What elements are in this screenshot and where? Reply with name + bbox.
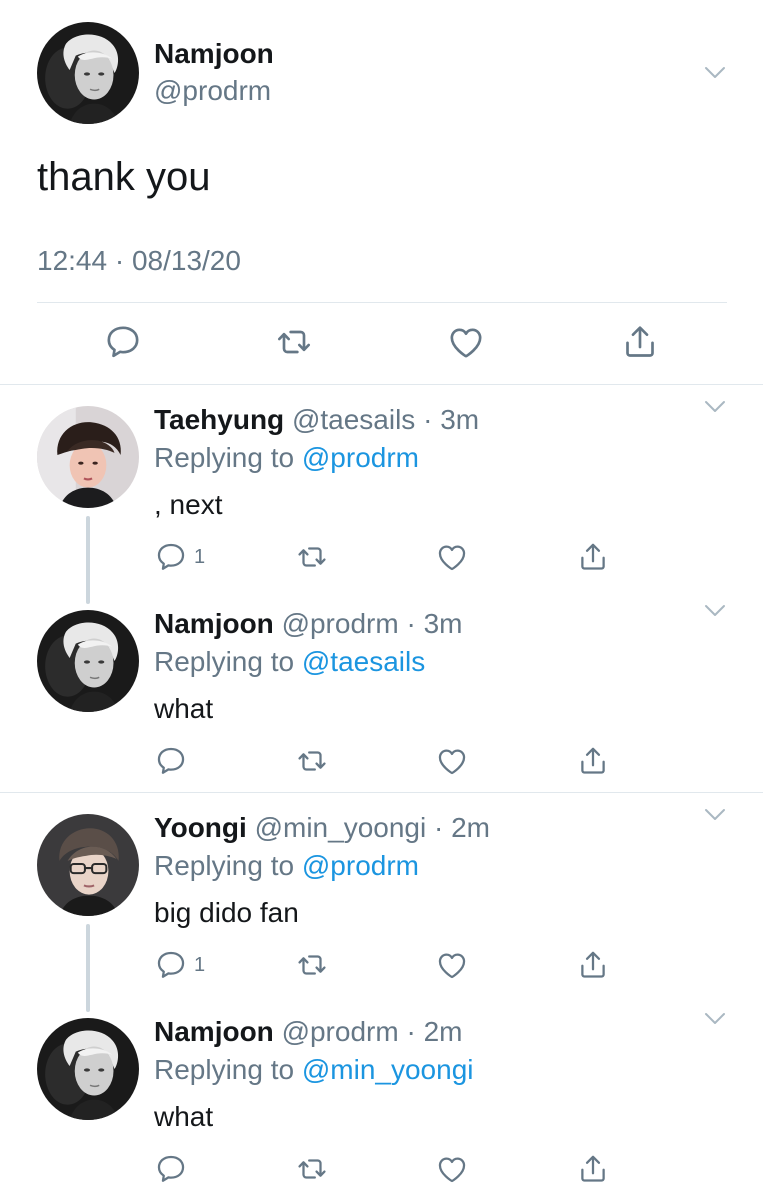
reply-header: Taehyung @taesails · 3m <box>154 404 479 436</box>
author-handle[interactable]: @prodrm <box>282 608 399 639</box>
reply-icon[interactable] <box>154 743 194 779</box>
author-handle[interactable]: @min_yoongi <box>255 812 427 843</box>
reply-text: what <box>154 693 214 724</box>
replying-to: Replying to @taesails <box>154 646 425 678</box>
retweet-icon[interactable] <box>295 1151 329 1187</box>
reply-header: Namjoon @prodrm · 2m <box>154 1016 462 1048</box>
mention-link[interactable]: @taesails <box>302 646 425 677</box>
author-handle[interactable]: @taesails <box>292 404 415 435</box>
reply-tweet[interactable]: Yoongi @min_yoongi · 2m Replying to @pro… <box>0 792 763 996</box>
separator-dot: · <box>423 404 433 435</box>
avatar-namjoon-icon[interactable] <box>37 1018 139 1120</box>
reply-icon[interactable]: 1 <box>154 947 205 983</box>
reply-text: what <box>154 1101 214 1132</box>
author-name[interactable]: Taehyung <box>154 404 284 435</box>
replying-prefix: Replying to <box>154 646 295 677</box>
chevron-down-icon[interactable] <box>704 1012 726 1026</box>
reply-icon[interactable] <box>154 1151 194 1187</box>
retweet-icon[interactable] <box>295 947 329 983</box>
reply-actions <box>0 1151 763 1187</box>
author-name[interactable]: Yoongi <box>154 812 247 843</box>
replying-prefix: Replying to <box>154 442 295 473</box>
reply-count: 1 <box>194 953 206 976</box>
tweet-text: thank you <box>37 155 211 199</box>
reply-time[interactable]: 2m <box>424 1016 463 1047</box>
share-icon[interactable] <box>620 322 660 362</box>
replying-prefix: Replying to <box>154 1054 295 1085</box>
reply-text: , next <box>154 489 223 520</box>
reply-actions <box>0 743 763 779</box>
chevron-down-icon[interactable] <box>704 808 726 822</box>
mention-link[interactable]: @prodrm <box>302 850 419 881</box>
chevron-down-icon[interactable] <box>704 66 726 80</box>
author-name[interactable]: Namjoon <box>154 1016 274 1047</box>
separator-dot: · <box>433 812 444 843</box>
reply-time[interactable]: 2m <box>451 812 490 843</box>
tweet-actions <box>0 322 763 366</box>
reply-time[interactable]: 3m <box>440 404 479 435</box>
reply-icon[interactable] <box>103 322 143 362</box>
reply-header: Yoongi @min_yoongi · 2m <box>154 812 490 844</box>
like-icon[interactable] <box>435 743 469 779</box>
separator-dot: · <box>406 608 416 639</box>
reply-text: big dido fan <box>154 897 299 928</box>
share-icon[interactable] <box>576 743 610 779</box>
main-tweet: Namjoon @prodrm thank you 12:44 · 08/13/… <box>0 0 763 385</box>
avatar-namjoon-icon[interactable] <box>37 22 139 124</box>
reply-tweet[interactable]: Namjoon @prodrm · 2m Replying to @min_yo… <box>0 996 763 1200</box>
mention-link[interactable]: @prodrm <box>302 442 419 473</box>
reply-tweet[interactable]: Taehyung @taesails · 3m Replying to @pro… <box>0 384 763 588</box>
reply-time[interactable]: 3m <box>424 608 463 639</box>
author-name[interactable]: Namjoon <box>154 608 274 639</box>
avatar-namjoon-icon[interactable] <box>37 610 139 712</box>
avatar-yoongi-icon[interactable] <box>37 814 139 916</box>
share-icon[interactable] <box>576 947 610 983</box>
reply-icon[interactable]: 1 <box>154 539 205 575</box>
like-icon[interactable] <box>435 1151 469 1187</box>
replying-to: Replying to @min_yoongi <box>154 1054 474 1086</box>
like-icon[interactable] <box>446 322 486 362</box>
author-handle[interactable]: @prodrm <box>154 75 271 107</box>
like-icon[interactable] <box>435 539 469 575</box>
retweet-icon[interactable] <box>295 743 329 779</box>
reply-tweet[interactable]: Namjoon @prodrm · 3m Replying to @taesai… <box>0 588 763 792</box>
chevron-down-icon[interactable] <box>704 604 726 618</box>
mention-link[interactable]: @min_yoongi <box>302 1054 474 1085</box>
reply-header: Namjoon @prodrm · 3m <box>154 608 462 640</box>
share-icon[interactable] <box>576 1151 610 1187</box>
like-icon[interactable] <box>435 947 469 983</box>
replying-to: Replying to @prodrm <box>154 442 419 474</box>
separator-dot: · <box>406 1016 416 1047</box>
retweet-icon[interactable] <box>274 322 314 362</box>
reply-actions: 1 <box>0 539 763 575</box>
replying-prefix: Replying to <box>154 850 295 881</box>
chevron-down-icon[interactable] <box>704 400 726 414</box>
avatar-taehyung-icon[interactable] <box>37 406 139 508</box>
retweet-icon[interactable] <box>295 539 329 575</box>
reply-actions: 1 <box>0 947 763 983</box>
reply-count: 1 <box>194 545 206 568</box>
divider <box>37 302 727 303</box>
replying-to: Replying to @prodrm <box>154 850 419 882</box>
author-name[interactable]: Namjoon <box>154 38 274 70</box>
author-handle[interactable]: @prodrm <box>282 1016 399 1047</box>
share-icon[interactable] <box>576 539 610 575</box>
tweet-timestamp[interactable]: 12:44 · 08/13/20 <box>37 245 241 277</box>
